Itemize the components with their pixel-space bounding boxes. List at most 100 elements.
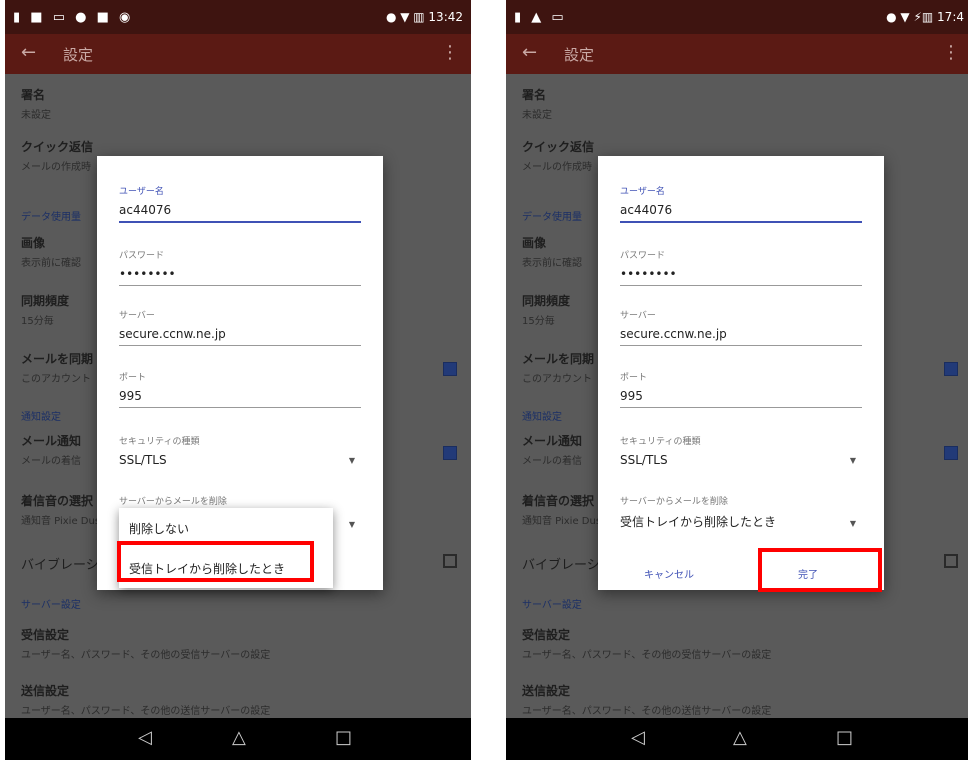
phone-screen-left: ▮ ■ ▭ ● ■ ◉ ● ▼ ▥ 13:42 ← 設定 ⋮ 署名 未設定 クイ… [5, 0, 471, 760]
setting-incoming[interactable]: 受信設定 ユーザー名、パスワード、その他の受信サーバーの設定 [21, 626, 459, 661]
username-field[interactable]: ユーザー名 ac44076 [119, 184, 361, 223]
sync-mail-checkbox[interactable] [443, 362, 457, 376]
setting-incoming[interactable]: 受信設定 ユーザー名、パスワード、その他の受信サーバーの設定 [522, 626, 960, 661]
app-bar: ← 設定 ⋮ [506, 34, 968, 74]
setting-summary: 未設定 [21, 110, 51, 121]
vibration-checkbox[interactable] [944, 554, 958, 568]
setting-title: クイック返信 [21, 140, 94, 154]
port-input[interactable]: 995 [620, 389, 862, 408]
setting-summary: 未設定 [522, 110, 552, 121]
setting-signature[interactable]: 署名 未設定 [522, 86, 960, 121]
setting-title: 受信設定 [522, 628, 571, 642]
section-notifications: 通知設定 [21, 412, 61, 423]
password-input[interactable]: •••••••• [119, 267, 361, 286]
section-server: サーバー設定 [21, 600, 81, 611]
highlight-box [758, 548, 882, 592]
sync-mail-checkbox[interactable] [944, 362, 958, 376]
overflow-menu-icon[interactable]: ⋮ [942, 42, 960, 63]
dropdown-option-never[interactable]: 削除しない [129, 520, 189, 537]
dropdown-caret-icon: ▼ [849, 519, 856, 528]
section-notifications: 通知設定 [522, 412, 562, 423]
setting-summary: ユーザー名、パスワード、その他の受信サーバーの設定 [21, 650, 271, 661]
back-arrow-icon[interactable]: ← [522, 42, 537, 63]
server-label: サーバー [620, 311, 656, 321]
username-label: ユーザー名 [119, 187, 164, 197]
setting-summary: ユーザー名、パスワード、その他の受信サーバーの設定 [522, 650, 772, 661]
page-title: 設定 [564, 46, 595, 64]
nav-back-icon[interactable]: ◁ [138, 727, 152, 748]
port-input[interactable]: 995 [119, 389, 361, 408]
username-input[interactable]: ac44076 [620, 203, 862, 223]
password-input[interactable]: •••••••• [620, 267, 862, 286]
cancel-button[interactable]: キャンセル [644, 566, 694, 581]
navigation-bar: ◁ △ □ [5, 718, 471, 760]
password-field[interactable]: パスワード •••••••• [119, 248, 361, 286]
back-arrow-icon[interactable]: ← [21, 42, 36, 63]
mail-notification-checkbox[interactable] [443, 446, 457, 460]
vibration-checkbox[interactable] [443, 554, 457, 568]
setting-summary: ユーザー名、パスワード、その他の送信サーバーの設定 [21, 706, 271, 717]
highlight-box [117, 541, 314, 582]
setting-summary: ユーザー名、パスワード、その他の送信サーバーの設定 [522, 706, 772, 717]
server-label: サーバー [119, 311, 155, 321]
server-field[interactable]: サーバー secure.ccnw.ne.jp [620, 308, 862, 346]
setting-outgoing[interactable]: 送信設定 ユーザー名、パスワード、その他の送信サーバーの設定 [21, 682, 459, 717]
dropdown-caret-icon: ▼ [348, 520, 355, 529]
port-label: ポート [119, 373, 147, 383]
security-type-label: セキュリティの種類 [620, 437, 701, 447]
delete-from-server-field[interactable]: サーバーからメールを削除 [119, 494, 361, 507]
setting-outgoing[interactable]: 送信設定 ユーザー名、パスワード、その他の送信サーバーの設定 [522, 682, 960, 717]
status-bar: ▮ ▲ ▭ ● ▼ ⚡▥ 17:4 [506, 0, 968, 34]
phone-screen-right: ▮ ▲ ▭ ● ▼ ⚡▥ 17:4 ← 設定 ⋮ 署名 未設定 クイック返信 メ… [506, 0, 968, 760]
setting-title: 送信設定 [21, 684, 70, 698]
security-type-select[interactable]: SSL/TLS [119, 453, 361, 471]
server-field[interactable]: サーバー secure.ccnw.ne.jp [119, 308, 361, 346]
status-icons-left: ▮ ■ ▭ ● ■ ◉ [13, 10, 134, 25]
security-type-label: セキュリティの種類 [119, 437, 200, 447]
delete-from-server-label: サーバーからメールを削除 [620, 497, 728, 507]
setting-title: 署名 [522, 88, 547, 102]
username-label: ユーザー名 [620, 187, 665, 197]
nav-recent-icon[interactable]: □ [836, 727, 853, 748]
mail-notification-checkbox[interactable] [944, 446, 958, 460]
delete-from-server-field[interactable]: サーバーからメールを削除 受信トレイから削除したとき ▼ [620, 494, 862, 534]
password-field[interactable]: パスワード •••••••• [620, 248, 862, 286]
server-input[interactable]: secure.ccnw.ne.jp [119, 327, 361, 346]
dropdown-caret-icon: ▼ [348, 456, 355, 465]
section-data-usage: データ使用量 [522, 212, 582, 223]
navigation-bar: ◁ △ □ [506, 718, 968, 760]
security-type-field[interactable]: セキュリティの種類 SSL/TLS ▼ [119, 434, 361, 471]
password-label: パスワード [119, 251, 165, 261]
delete-from-server-label: サーバーからメールを削除 [119, 497, 227, 507]
setting-signature[interactable]: 署名 未設定 [21, 86, 459, 121]
app-bar: ← 設定 ⋮ [5, 34, 471, 74]
port-field[interactable]: ポート 995 [620, 370, 862, 408]
security-type-select[interactable]: SSL/TLS [620, 453, 862, 471]
setting-title: 送信設定 [522, 684, 571, 698]
status-icons-right: ● ▼ ⚡▥ 17:4 [886, 10, 964, 24]
section-data-usage: データ使用量 [21, 212, 81, 223]
nav-home-icon[interactable]: △ [733, 727, 747, 748]
dropdown-caret-icon: ▼ [849, 456, 856, 465]
setting-title: 署名 [21, 88, 46, 102]
delete-from-server-select[interactable]: 受信トレイから削除したとき [620, 513, 862, 534]
nav-home-icon[interactable]: △ [232, 727, 246, 748]
username-input[interactable]: ac44076 [119, 203, 361, 223]
section-server: サーバー設定 [522, 600, 582, 611]
status-icons-right: ● ▼ ▥ 13:42 [385, 10, 463, 24]
username-field[interactable]: ユーザー名 ac44076 [620, 184, 862, 223]
status-icons-left: ▮ ▲ ▭ [514, 10, 567, 25]
nav-back-icon[interactable]: ◁ [631, 727, 645, 748]
security-type-field[interactable]: セキュリティの種類 SSL/TLS ▼ [620, 434, 862, 471]
server-settings-dialog: ユーザー名 ac44076 パスワード •••••••• サーバー secure… [598, 156, 884, 590]
setting-title: 受信設定 [21, 628, 70, 642]
password-label: パスワード [620, 251, 666, 261]
port-label: ポート [620, 373, 648, 383]
status-bar: ▮ ■ ▭ ● ■ ◉ ● ▼ ▥ 13:42 [5, 0, 471, 34]
port-field[interactable]: ポート 995 [119, 370, 361, 408]
page-title: 設定 [63, 46, 94, 64]
overflow-menu-icon[interactable]: ⋮ [441, 42, 459, 63]
nav-recent-icon[interactable]: □ [335, 727, 352, 748]
server-input[interactable]: secure.ccnw.ne.jp [620, 327, 862, 346]
setting-title: クイック返信 [522, 140, 595, 154]
